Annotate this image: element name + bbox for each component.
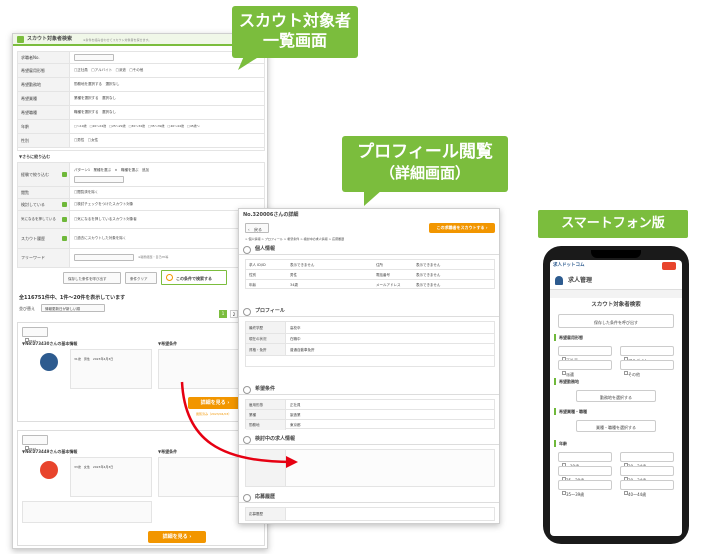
callout-list-view: スカウト対象者 一覧画面 bbox=[232, 6, 358, 58]
phone-age-option[interactable]: 35〜39歳 bbox=[558, 480, 612, 497]
phone-brand: 求人ドットコム bbox=[553, 263, 585, 268]
callout-smartphone: スマートフォン版 bbox=[538, 210, 688, 238]
phone-section: 求人管理 bbox=[568, 277, 593, 284]
phone-notch bbox=[591, 250, 641, 258]
phone-location-head: 希望勤務地 bbox=[559, 379, 579, 384]
menu-icon[interactable] bbox=[662, 262, 676, 270]
phone-age-option[interactable]: 30〜34歳 bbox=[620, 466, 674, 483]
phone-option-other[interactable]: その他 bbox=[620, 360, 674, 377]
phone-employment-head: 希望雇用形態 bbox=[559, 335, 583, 340]
callout-tail bbox=[238, 56, 260, 70]
phone-option-fulltime[interactable]: 正社員 bbox=[558, 346, 612, 363]
phone-industry-head: 希望業種・職種 bbox=[559, 409, 587, 414]
phone-age-option[interactable]: 25〜29歳 bbox=[558, 466, 612, 483]
phone-age-head: 年齢 bbox=[559, 441, 567, 446]
smartphone-frame: 求人ドットコム 求人管理 スカウト対象者検索 保存した条件を呼び出す 希望雇用形… bbox=[543, 246, 689, 544]
phone-option-parttime[interactable]: アルバイト bbox=[620, 346, 674, 363]
callout-profile-view: プロフィール閲覧 （詳細画面） bbox=[342, 136, 508, 192]
phone-location-button[interactable]: 勤務地を選択する bbox=[576, 390, 656, 402]
phone-age-option[interactable]: 40〜44歳 bbox=[620, 480, 674, 497]
callout-tail bbox=[364, 190, 382, 206]
phone-screen: 求人ドットコム 求人管理 スカウト対象者検索 保存した条件を呼び出す 希望雇用形… bbox=[550, 260, 682, 536]
phone-title: スカウト対象者検索 bbox=[591, 302, 641, 308]
phone-option-dispatch[interactable]: 派遣 bbox=[558, 360, 612, 377]
phone-age-option[interactable]: 〜19歳 bbox=[558, 452, 612, 469]
phone-age-option[interactable]: 20〜24歳 bbox=[620, 452, 674, 469]
user-icon bbox=[555, 276, 563, 285]
phone-industry-button[interactable]: 業種・職種を選択する bbox=[576, 420, 656, 432]
phone-saved-conditions-button[interactable]: 保存した条件を呼び出す bbox=[558, 314, 674, 328]
